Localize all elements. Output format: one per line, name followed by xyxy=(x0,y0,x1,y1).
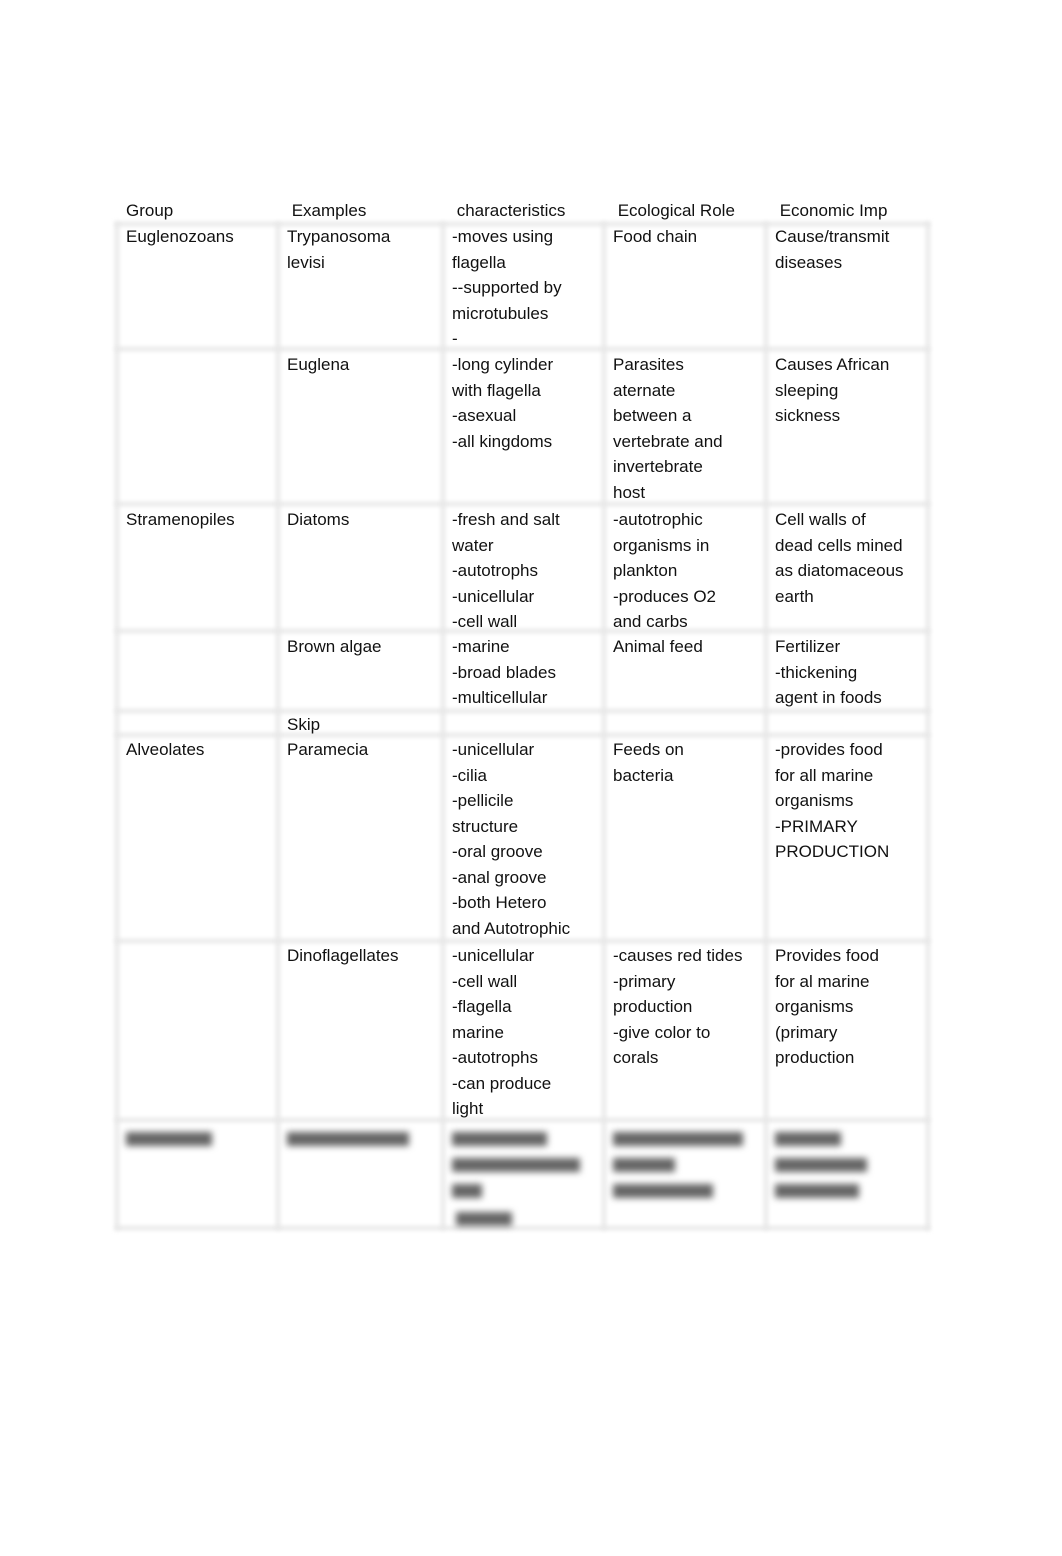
cell-examples: Euglena xyxy=(287,355,350,374)
document-page: Group Examples characteristics Ecologica… xyxy=(0,0,1062,1556)
cell-group: Euglenozoans xyxy=(126,227,234,246)
cell-ecological-role: Feeds on bacteria xyxy=(613,740,684,785)
cell-economic-imp: Cause/transmit diseases xyxy=(775,227,890,272)
cell-examples: Skip xyxy=(287,715,321,734)
obscured-text xyxy=(613,1184,713,1198)
column-divider xyxy=(276,222,280,1230)
obscured-text xyxy=(613,1158,675,1172)
obscured-text xyxy=(452,1158,580,1172)
cell-economic-imp: -provides food for all marine organisms … xyxy=(775,740,890,861)
cell-economic-imp: Cell walls of dead cells mined as diatom… xyxy=(775,510,904,606)
cell-ecological-role: -causes red tides -primary production -g… xyxy=(613,946,743,1067)
cell-characteristics: -unicellular -cell wall -flagella marine… xyxy=(452,946,552,1118)
header-economic-imp: Economic Imp xyxy=(775,201,888,220)
cell-ecological-role: Food chain xyxy=(613,227,698,246)
cell-characteristics: -long cylinder with flagella -asexual -a… xyxy=(452,355,554,451)
header-ecological-role: Ecological Role xyxy=(613,201,735,220)
cell-group: Alveolates xyxy=(126,740,205,759)
header-examples: Examples xyxy=(287,201,367,220)
cell-ecological-role: Animal feed xyxy=(613,637,703,656)
table-border xyxy=(926,222,930,1230)
obscured-text xyxy=(775,1132,841,1146)
cell-ecological-role: Parasites aternate between a vertebrate … xyxy=(613,355,723,502)
cell-examples: Trypanosoma levisi xyxy=(287,227,391,272)
row-divider xyxy=(115,502,930,506)
cell-characteristics: -marine -broad blades -multicellular xyxy=(452,637,556,707)
obscured-text xyxy=(452,1184,482,1198)
cell-characteristics: -moves using flagella --supported by mic… xyxy=(452,227,562,348)
cell-ecological-role: -autotrophic organisms in plankton -prod… xyxy=(613,510,716,631)
cell-characteristics: -unicellular -cilia -pellicile structure… xyxy=(452,740,571,938)
obscured-text xyxy=(613,1132,743,1146)
column-divider xyxy=(764,222,768,1230)
cell-economic-imp: Fertilizer -thickening agent in foods xyxy=(775,637,882,707)
cell-examples: Paramecia xyxy=(287,740,369,759)
cell-examples: Dinoflagellates xyxy=(287,946,399,965)
obscured-text xyxy=(456,1212,512,1226)
obscured-text xyxy=(775,1184,859,1198)
cell-group: Stramenopiles xyxy=(126,510,235,529)
cell-economic-imp: Causes African sleeping sickness xyxy=(775,355,890,425)
obscured-text xyxy=(452,1132,547,1146)
column-divider xyxy=(602,222,606,1230)
header-group: Group xyxy=(126,201,174,220)
cell-examples: Diatoms xyxy=(287,510,350,529)
column-divider xyxy=(115,222,119,1230)
header-characteristics: characteristics xyxy=(452,201,566,220)
cell-characteristics: -fresh and salt water -autotrophs -unice… xyxy=(452,510,560,631)
obscured-text xyxy=(775,1158,867,1172)
obscured-text xyxy=(126,1132,212,1146)
cell-examples: Brown algae xyxy=(287,637,382,656)
table-border xyxy=(115,1226,930,1230)
column-divider xyxy=(441,222,445,1230)
obscured-text xyxy=(287,1132,409,1146)
cell-economic-imp: Provides food for al marine organisms (p… xyxy=(775,946,879,1067)
